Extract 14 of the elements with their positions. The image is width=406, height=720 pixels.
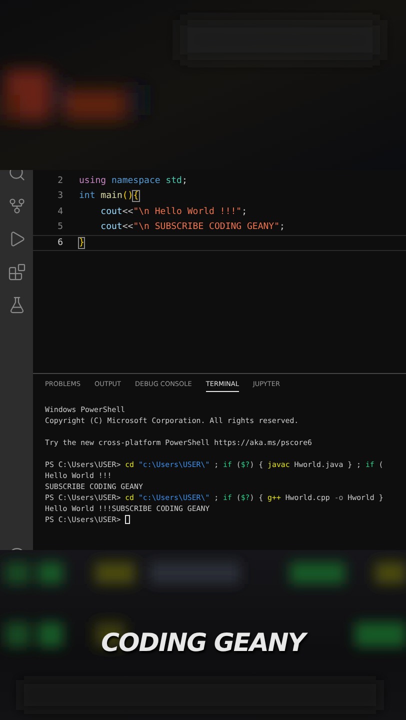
code-line: cout<<"\n SUBSCRIBE CODING GEANY";: [100, 222, 285, 232]
line-number: 5: [56, 222, 64, 232]
line-number: 2: [56, 176, 64, 186]
line-number: 4: [56, 206, 64, 217]
code-line: }: [79, 238, 84, 248]
line-number: 6: [56, 238, 64, 248]
code-line: int main(){: [79, 191, 139, 202]
line-number: 3: [56, 191, 64, 202]
code-line: cout<<"\n Hello World !!!";: [100, 206, 247, 217]
source-control-icon[interactable]: [8, 196, 26, 214]
extensions-icon[interactable]: [8, 262, 26, 280]
flask-icon[interactable]: [8, 296, 26, 314]
video-caption: CODING GEANY: [0, 628, 406, 657]
code-line: using namespace std;: [79, 176, 188, 186]
